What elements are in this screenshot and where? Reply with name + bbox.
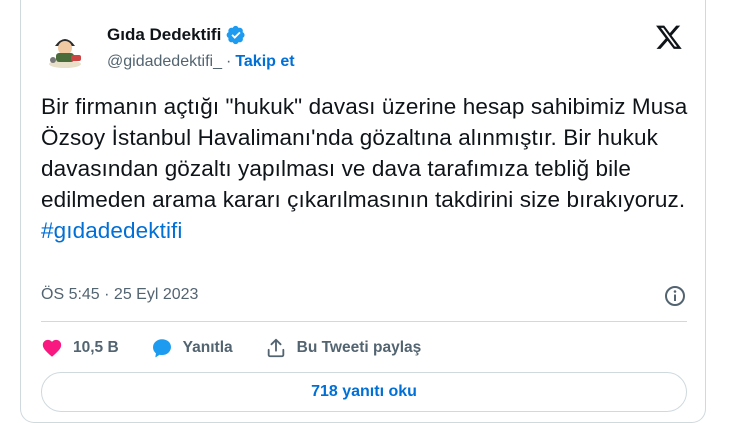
name-row: Gıda Dedektifi — [107, 25, 246, 45]
tweet-meta: ÖS 5:45 · 25 Eyl 2023 — [41, 286, 687, 308]
reply-button[interactable]: Yanıtla — [151, 337, 233, 359]
timestamp[interactable]: ÖS 5:45 · 25 Eyl 2023 — [41, 286, 198, 303]
divider — [41, 321, 687, 322]
tweet-header: Gıda Dedektifi @gidadedektifi_ · Takip e… — [41, 21, 685, 77]
x-logo-icon[interactable] — [655, 23, 683, 51]
handle[interactable]: @gidadedektifi_ — [107, 53, 222, 71]
hashtag-link[interactable]: #gıdadedektifi — [41, 215, 691, 246]
share-label: Bu Tweeti paylaş — [296, 339, 422, 356]
action-bar: 10,5 B Yanıtla Bu Tweeti paylaş — [41, 334, 453, 362]
reply-label: Yanıtla — [182, 339, 233, 356]
info-icon[interactable] — [663, 284, 687, 308]
verified-badge-icon — [226, 25, 245, 45]
like-count: 10,5 B — [73, 339, 119, 356]
handle-row: @gidadedektifi_ · Takip et — [107, 53, 295, 71]
read-replies-button[interactable]: 718 yanıtı oku — [41, 372, 687, 412]
avatar[interactable] — [41, 24, 89, 72]
share-button[interactable]: Bu Tweeti paylaş — [265, 337, 422, 359]
avatar-image — [41, 24, 89, 72]
tweet-card: Gıda Dedektifi @gidadedektifi_ · Takip e… — [20, 0, 706, 423]
display-name[interactable]: Gıda Dedektifi — [107, 25, 221, 45]
like-button[interactable]: 10,5 B — [41, 337, 119, 359]
heart-icon — [42, 339, 62, 357]
tweet-body: Bir firmanın açtığı "hukuk" davası üzeri… — [41, 94, 688, 212]
share-icon — [267, 338, 284, 358]
reply-bubble-icon — [152, 339, 171, 358]
tweet-text: Bir firmanın açtığı "hukuk" davası üzeri… — [41, 91, 691, 246]
follow-button[interactable]: Takip et — [235, 53, 294, 71]
separator-dot: · — [225, 53, 232, 70]
